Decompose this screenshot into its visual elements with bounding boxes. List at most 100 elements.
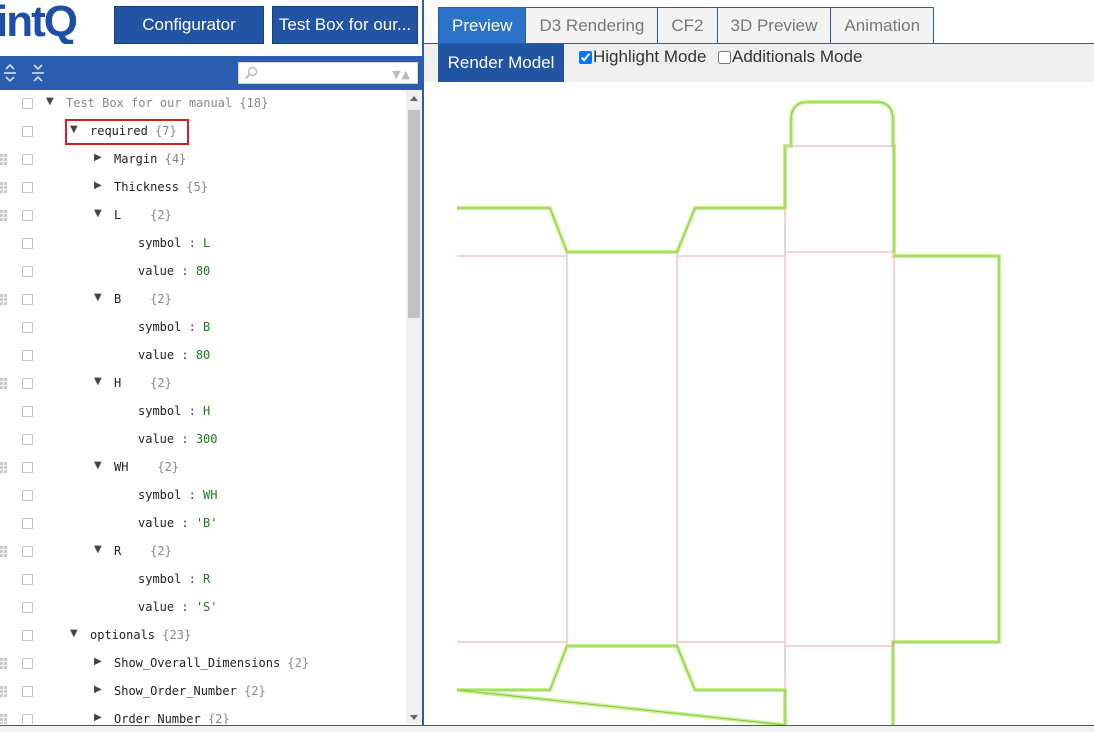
tab-d3-rendering[interactable]: D3 Rendering [526, 7, 659, 44]
caret-down-icon[interactable]: ▼ [94, 460, 102, 471]
tree-row[interactable]: ▼ L {2} [0, 202, 406, 230]
tree-search-input[interactable] [261, 64, 381, 82]
tab-3d-preview[interactable]: 3D Preview [717, 7, 832, 44]
tree-row[interactable]: symbol : R [0, 566, 406, 594]
caret-right-icon[interactable]: ▶ [94, 656, 102, 667]
tab-preview[interactable]: Preview [438, 7, 527, 44]
tree-row[interactable]: value : 80 [0, 258, 406, 286]
tree-row[interactable]: symbol : B [0, 314, 406, 342]
tree-scrollbar[interactable] [406, 90, 422, 724]
caret-down-icon[interactable]: ▼ [46, 96, 54, 107]
row-select-checkbox[interactable] [22, 378, 33, 389]
tree-row[interactable]: ▼ R {2} [0, 538, 406, 566]
row-select-checkbox[interactable] [22, 490, 33, 501]
tab-cf2[interactable]: CF2 [658, 7, 718, 44]
drag-handle-icon[interactable] [0, 546, 8, 558]
collapse-all-icon[interactable] [30, 63, 46, 83]
preview-canvas[interactable] [424, 82, 1094, 725]
expand-all-icon[interactable] [2, 63, 18, 83]
drag-handle-icon[interactable] [0, 378, 8, 390]
drag-handle-icon[interactable] [0, 714, 8, 724]
tree-row[interactable]: symbol : L [0, 230, 406, 258]
caret-down-icon[interactable]: ▼ [94, 544, 102, 555]
row-select-checkbox[interactable] [22, 462, 33, 473]
row-select-checkbox[interactable] [22, 350, 33, 361]
row-select-checkbox[interactable] [22, 126, 33, 137]
tree-row[interactable]: ▶ Order_Number {2} [0, 706, 406, 724]
caret-right-icon[interactable]: ▶ [94, 684, 102, 695]
scrollbar-thumb[interactable] [408, 110, 420, 318]
drag-handle-icon[interactable] [0, 658, 8, 670]
tree-row[interactable]: ▼ optionals {23} [0, 622, 406, 650]
tree-row[interactable]: symbol : H [0, 398, 406, 426]
scroll-down-arrow-icon[interactable] [410, 715, 418, 720]
tree-row[interactable]: ▼ H {2} [0, 370, 406, 398]
row-select-checkbox[interactable] [22, 658, 33, 669]
row-select-checkbox[interactable] [22, 434, 33, 445]
drag-handle-icon[interactable] [0, 294, 8, 306]
caret-down-icon[interactable]: ▼ [94, 376, 102, 387]
tree-row[interactable]: value : 'B' [0, 510, 406, 538]
node-value[interactable]: 'B' [196, 516, 218, 530]
tree-row[interactable]: ▼ required {7} [0, 118, 406, 146]
node-value[interactable]: 300 [196, 432, 218, 446]
drag-handle-icon[interactable] [0, 462, 8, 474]
node-value[interactable]: L [203, 236, 210, 250]
tree-row[interactable]: ▼ B {2} [0, 286, 406, 314]
drag-handle-icon[interactable] [0, 182, 8, 194]
caret-down-icon[interactable]: ▼ [70, 628, 78, 639]
row-select-checkbox[interactable] [22, 266, 33, 277]
drag-handle-icon[interactable] [0, 210, 8, 222]
row-select-checkbox[interactable] [22, 686, 33, 697]
row-select-checkbox[interactable] [22, 154, 33, 165]
highlight-mode-option[interactable]: Highlight Mode [579, 47, 706, 67]
row-select-checkbox[interactable] [22, 322, 33, 333]
node-value[interactable]: R [203, 572, 210, 586]
node-value[interactable]: B [203, 320, 210, 334]
tree-row[interactable]: ▶ Show_Order_Number {2} [0, 678, 406, 706]
row-select-checkbox[interactable] [22, 630, 33, 641]
row-select-checkbox[interactable] [22, 518, 33, 529]
highlight-mode-checkbox[interactable] [579, 50, 592, 64]
additionals-mode-option[interactable]: Additionals Mode [718, 47, 862, 67]
drag-handle-icon[interactable] [0, 154, 8, 166]
tree-row[interactable]: ▼ Test Box for our manual {18} [0, 90, 406, 118]
tree-row[interactable]: value : 300 [0, 426, 406, 454]
tree-row[interactable]: ▶ Thickness {5} [0, 174, 406, 202]
node-value[interactable]: 80 [196, 264, 210, 278]
node-value[interactable]: H [203, 404, 210, 418]
search-navigation-arrows-icon[interactable]: ▼▲ [392, 68, 411, 81]
tree-row[interactable]: ▶ Margin {4} [0, 146, 406, 174]
row-select-checkbox[interactable] [22, 210, 33, 221]
row-select-checkbox[interactable] [22, 602, 33, 613]
configurator-button[interactable]: Configurator [114, 6, 264, 44]
caret-down-icon[interactable]: ▼ [94, 292, 102, 303]
tree-row[interactable]: value : 'S' [0, 594, 406, 622]
row-select-checkbox[interactable] [22, 546, 33, 557]
node-value[interactable]: 80 [196, 348, 210, 362]
row-select-checkbox[interactable] [22, 574, 33, 585]
render-model-button[interactable]: Render Model [438, 44, 564, 82]
node-value[interactable]: 'S' [196, 600, 218, 614]
row-select-checkbox[interactable] [22, 294, 33, 305]
caret-down-icon[interactable]: ▼ [94, 208, 102, 219]
row-select-checkbox[interactable] [22, 98, 33, 109]
row-select-checkbox[interactable] [22, 406, 33, 417]
additionals-mode-checkbox[interactable] [718, 50, 731, 64]
tab-animation[interactable]: Animation [831, 7, 935, 44]
node-key: WH [114, 460, 129, 474]
project-name-button[interactable]: Test Box for our... [272, 6, 418, 44]
row-select-checkbox[interactable] [22, 238, 33, 249]
tree-row[interactable]: symbol : WH [0, 482, 406, 510]
row-select-checkbox[interactable] [22, 182, 33, 193]
drag-handle-icon[interactable] [0, 686, 8, 698]
tree-row[interactable]: ▶ Show_Overall_Dimensions {2} [0, 650, 406, 678]
tree-row[interactable]: ▼ WH {2} [0, 454, 406, 482]
node-value[interactable]: WH [203, 488, 217, 502]
caret-right-icon[interactable]: ▶ [94, 180, 102, 191]
row-select-checkbox[interactable] [22, 714, 33, 724]
caret-right-icon[interactable]: ▶ [94, 152, 102, 163]
tree-row[interactable]: value : 80 [0, 342, 406, 370]
scroll-up-arrow-icon[interactable] [410, 96, 418, 101]
caret-right-icon[interactable]: ▶ [94, 712, 102, 723]
